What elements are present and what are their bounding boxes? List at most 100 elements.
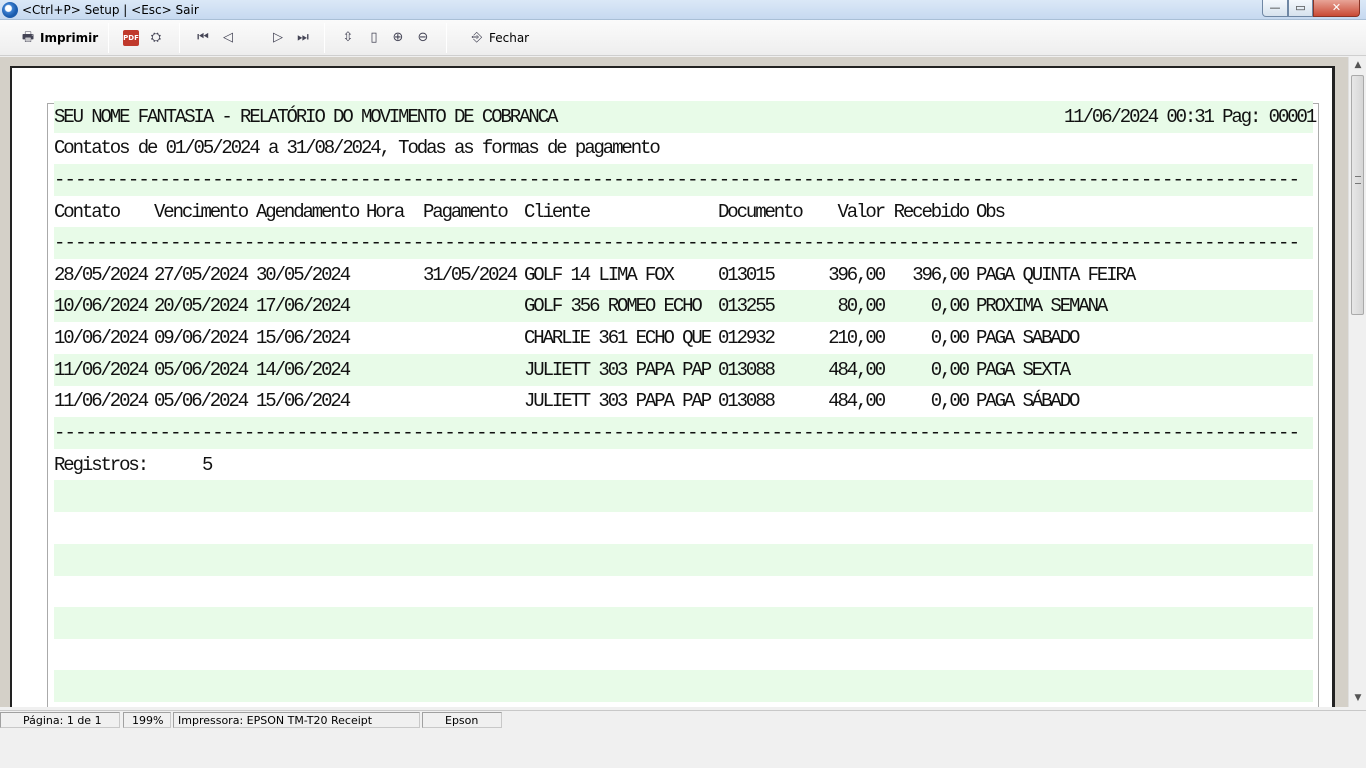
cell-vencimento: 27/05/2024 [154, 264, 249, 286]
cell-contato: 10/06/2024 [54, 327, 149, 349]
cell-contato: 10/06/2024 [54, 295, 149, 317]
cell-cliente: CHARLIE 361 ECHO QUE [524, 327, 712, 349]
scroll-thumb[interactable] [1351, 75, 1364, 315]
scroll-up-icon[interactable]: ▲ [1349, 57, 1366, 74]
cell-agendamento: 17/06/2024 [256, 295, 351, 317]
cell-documento: 012932 [718, 327, 776, 349]
cell-recebido: 396,00 [912, 264, 970, 286]
exit-door-icon: ⎆ [471, 30, 483, 45]
report-header-row: SEU NOME FANTASIA - RELATÓRIO DO MOVIMEN… [54, 101, 1317, 133]
export-pdf-button[interactable]: PDF [123, 28, 139, 48]
cell-contato: 28/05/2024 [54, 264, 149, 286]
column-header-hora: Hora [366, 201, 405, 223]
whole-page-button[interactable]: ▯ [366, 28, 382, 48]
cell-agendamento: 15/06/2024 [256, 390, 351, 412]
cell-valor: 484,00 [828, 390, 886, 412]
cell-cliente: JULIETT 303 PAPA PAP [524, 390, 712, 412]
last-page-button[interactable]: ⏭ [295, 28, 311, 48]
empty-band [54, 607, 1313, 639]
column-header-cliente: Cliente [524, 201, 591, 223]
cell-obs: PAGA QUINTA FEIRA [976, 264, 1136, 286]
records-count: 5 [202, 454, 213, 476]
separator-row: ----------------------------------------… [54, 417, 1313, 449]
cell-documento: 013088 [718, 359, 776, 381]
cell-documento: 013015 [718, 264, 776, 286]
cell-obs: PAGA SEXTA [976, 359, 1071, 381]
report-title: SEU NOME FANTASIA - RELATÓRIO DO MOVIMEN… [54, 106, 558, 128]
cell-valor: 484,00 [828, 359, 886, 381]
table-row: 28/05/2024 27/05/2024 30/05/2024 31/05/2024… [54, 259, 1313, 291]
cell-pagamento: 31/05/2024 [423, 264, 518, 286]
window-title: <Ctrl+P> Setup | <Esc> Sair [22, 3, 199, 17]
report-date-page: 11/06/2024 00:31 Pag: 00001 [1064, 106, 1317, 128]
cell-vencimento: 09/06/2024 [154, 327, 249, 349]
close-window-button[interactable]: ✕ [1313, 0, 1360, 17]
find-button[interactable]: ⛭ [148, 28, 164, 48]
zoom-in-button[interactable]: ⊕ [390, 28, 406, 48]
next-page-icon: ▷ [273, 30, 283, 45]
cell-cliente: JULIETT 303 PAPA PAP [524, 359, 712, 381]
column-header-agendamento: Agendamento [256, 201, 360, 223]
cell-documento: 013088 [718, 390, 776, 412]
page-icon: ▯ [370, 30, 378, 45]
maximize-button[interactable]: ▭ [1288, 0, 1313, 17]
print-button-label: Imprimir [40, 31, 99, 45]
cell-recebido: 0,00 [930, 327, 970, 349]
minimize-button[interactable]: — [1262, 0, 1288, 17]
toolbar-separator [108, 23, 109, 53]
binoculars-icon: ⛭ [150, 30, 162, 45]
report-subtitle-row: Contatos de 01/05/2024 a 31/08/2024, Tod… [54, 132, 1313, 164]
previous-page-icon: ◁ [223, 30, 233, 45]
page-width-button[interactable]: ⇳ [340, 28, 356, 48]
empty-band [54, 480, 1313, 512]
cell-agendamento: 15/06/2024 [256, 327, 351, 349]
close-button-label: Fechar [489, 31, 530, 45]
toolbar-separator [324, 23, 325, 53]
separator-line: ----------------------------------------… [54, 232, 1300, 254]
print-button[interactable]: 🖶 Imprimir [20, 28, 98, 48]
cell-recebido: 0,00 [930, 390, 970, 412]
status-printer: Impressora: EPSON TM-T20 Receipt [173, 712, 420, 728]
cell-contato: 11/06/2024 [54, 359, 149, 381]
next-page-button[interactable]: ▷ [270, 28, 286, 48]
cell-contato: 11/06/2024 [54, 390, 149, 412]
zoom-out-icon: ⊖ [417, 30, 429, 45]
column-header-valor: Valor [837, 201, 886, 223]
table-row: 10/06/2024 20/05/2024 17/06/2024 GOLF 356 R… [54, 290, 1313, 322]
preview-area[interactable]: SEU NOME FANTASIA - RELATÓRIO DO MOVIMEN… [0, 57, 1348, 707]
toolbar: 🖶 Imprimir PDF ⛭ ⏮ ◁ ▷ ⏭ ⇳ ▯ ⊕ ⊖ ⎆ Fecha… [0, 20, 1366, 56]
column-header-vencimento: Vencimento [154, 201, 249, 223]
title-bar: <Ctrl+P> Setup | <Esc> Sair — ▭ ✕ [0, 0, 1366, 20]
cell-agendamento: 14/06/2024 [256, 359, 351, 381]
first-page-button[interactable]: ⏮ [195, 28, 211, 48]
separator-line: ----------------------------------------… [54, 169, 1300, 191]
cell-valor: 80,00 [837, 295, 886, 317]
table-row: 10/06/2024 09/06/2024 15/06/2024 CHARLIE 36… [54, 322, 1313, 354]
app-icon [2, 2, 18, 18]
status-bar: Página: 1 de 1 199% Impressora: EPSON TM… [0, 710, 1366, 728]
footer-row: Registros: 5 [54, 449, 1313, 481]
cell-vencimento: 05/06/2024 [154, 390, 249, 412]
scroll-down-icon[interactable]: ▼ [1349, 690, 1366, 707]
first-page-icon: ⏮ [197, 30, 209, 45]
report-page: SEU NOME FANTASIA - RELATÓRIO DO MOVIMEN… [10, 66, 1335, 707]
table-row: 11/06/2024 05/06/2024 14/06/2024 JULIETT 30… [54, 354, 1313, 386]
separator-line: ----------------------------------------… [54, 422, 1300, 444]
status-driver: Epson [422, 712, 502, 728]
zoom-in-icon: ⊕ [392, 30, 404, 45]
report-body: SEU NOME FANTASIA - RELATÓRIO DO MOVIMEN… [47, 101, 1319, 707]
column-header-contato: Contato [54, 201, 121, 223]
report-subtitle: Contatos de 01/05/2024 a 31/08/2024, Tod… [54, 137, 661, 159]
cell-valor: 396,00 [828, 264, 886, 286]
pdf-icon: PDF [123, 30, 139, 46]
empty-band [54, 544, 1313, 576]
status-zoom: 199% [123, 712, 171, 728]
cell-vencimento: 05/06/2024 [154, 359, 249, 381]
vertical-scrollbar[interactable]: ▲ ▼ [1348, 57, 1366, 707]
column-header-obs: Obs [976, 201, 1006, 223]
previous-page-button[interactable]: ◁ [220, 28, 236, 48]
bottom-area [0, 728, 1366, 768]
zoom-out-button[interactable]: ⊖ [415, 28, 431, 48]
close-preview-button[interactable]: ⎆ Fechar [469, 28, 529, 48]
column-header-documento: Documento [718, 201, 804, 223]
